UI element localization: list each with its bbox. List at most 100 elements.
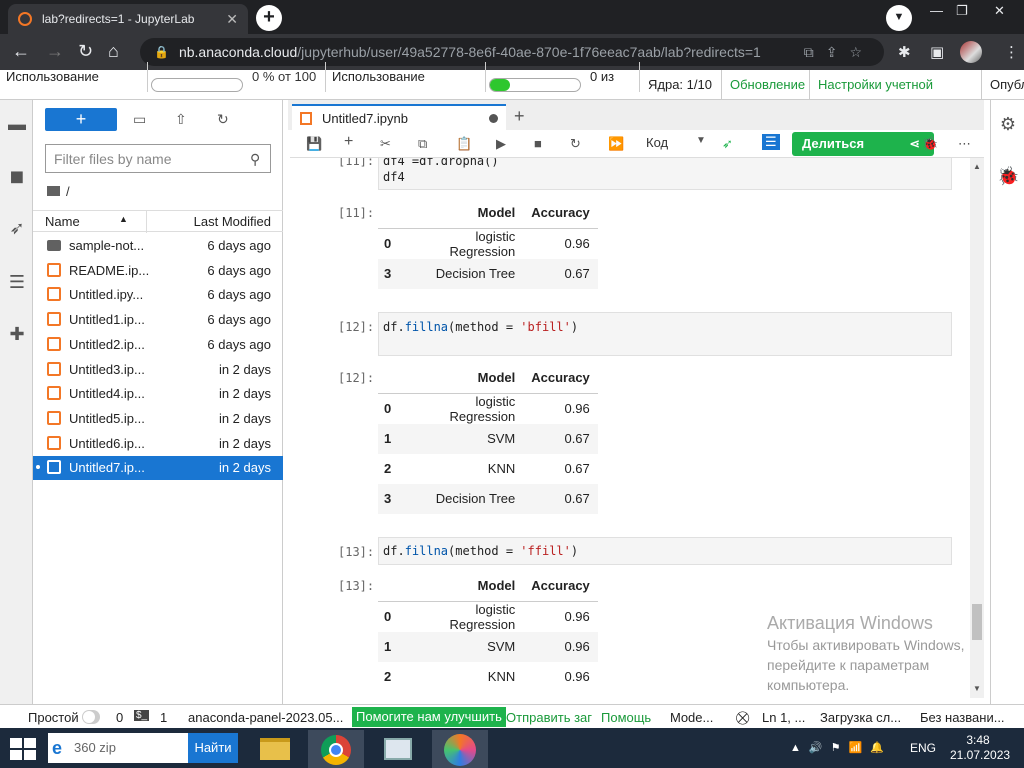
reload-icon[interactable]: ↻: [78, 41, 93, 62]
file-row[interactable]: Untitled6.ip... in 2 days: [33, 432, 283, 456]
restore-icon[interactable]: ❐: [956, 3, 968, 19]
unsaved-dot-icon[interactable]: [489, 114, 498, 123]
help-link[interactable]: Помощь: [601, 710, 651, 725]
rocket-icon[interactable]: ➶: [6, 218, 28, 240]
taskbar-clock[interactable]: 3:48 21.07.2023: [950, 733, 1010, 763]
toc-icon[interactable]: ☰: [6, 272, 28, 294]
file-row[interactable]: Untitled.ipy... 6 days ago: [33, 283, 283, 307]
column-last-modified[interactable]: Last Modified: [194, 214, 271, 229]
kernel-count[interactable]: 1: [160, 710, 167, 725]
sort-ascending-icon[interactable]: ▲: [119, 214, 128, 224]
minimize-icon[interactable]: —: [930, 3, 943, 18]
shield-icon[interactable]: ⛒: [736, 710, 749, 726]
code-cell[interactable]: df4 =df.dropna() df4: [378, 158, 952, 190]
breadcrumb[interactable]: /: [47, 184, 70, 199]
side-panel-icon[interactable]: ▣: [930, 43, 944, 61]
home-icon[interactable]: ⌂: [108, 41, 119, 62]
chrome-menu-icon[interactable]: ⋮: [1004, 43, 1019, 61]
column-divider[interactable]: [146, 211, 147, 233]
file-explorer-icon[interactable]: [246, 730, 302, 768]
lock-icon[interactable]: 🔒: [154, 45, 169, 59]
anaconda-icon[interactable]: [432, 730, 488, 768]
copy-icon[interactable]: ⧉: [418, 136, 427, 152]
file-row[interactable]: Untitled1.ip... 6 days ago: [33, 308, 283, 332]
notebook-toolbar: 💾 + ✂ ⧉ 📋 ▶ ■ ↻ ⏩ Код ▼ ➶ ☰ Делиться ⋖ 🐞…: [290, 130, 984, 158]
profile-avatar[interactable]: [960, 41, 982, 63]
share-button[interactable]: Делиться ⋖: [792, 132, 934, 156]
save-icon[interactable]: 💾: [306, 136, 322, 152]
extension-puzzle-icon[interactable]: ✚: [6, 324, 28, 346]
file-row[interactable]: Untitled7.ip... in 2 days: [33, 456, 283, 481]
send-feedback-link[interactable]: Отправить заг: [506, 710, 592, 725]
taskbar-search-button[interactable]: Найти: [188, 733, 238, 763]
cursor-position[interactable]: Ln 1, ...: [762, 710, 805, 725]
update-link[interactable]: Обновление: [724, 70, 810, 100]
breadcrumb-root[interactable]: /: [66, 184, 70, 199]
cell-type-select[interactable]: Код ▼: [646, 135, 706, 150]
debug-icon[interactable]: 🐞: [922, 136, 938, 152]
file-row[interactable]: Untitled2.ip... 6 days ago: [33, 333, 283, 357]
forward-icon[interactable]: →: [46, 41, 64, 62]
tab-search-chevron-icon[interactable]: ▼: [886, 5, 912, 31]
terminal-icon[interactable]: $_: [134, 710, 150, 721]
folder-icon[interactable]: ▬: [6, 114, 28, 136]
back-icon[interactable]: ←: [12, 41, 30, 62]
new-launcher-button[interactable]: +: [45, 108, 117, 131]
notebook-tab[interactable]: Untitled7.ipynb: [292, 104, 506, 131]
rocket-deploy-icon[interactable]: ➶: [722, 136, 733, 152]
run-icon[interactable]: ▶: [496, 136, 506, 152]
model-cell: Decision Tree: [399, 258, 524, 289]
property-inspector-gear-icon[interactable]: ⚙: [997, 114, 1019, 136]
extensions-icon[interactable]: ✱: [898, 43, 911, 61]
taskbar-search-input[interactable]: e 360 zip: [48, 733, 188, 763]
file-row[interactable]: sample-not... 6 days ago: [33, 234, 283, 258]
filter-files-input[interactable]: [45, 144, 271, 173]
mode-indicator[interactable]: Mode...: [670, 710, 713, 725]
code-cell[interactable]: df.fillna(method = 'bfill'): [378, 312, 952, 356]
restart-icon[interactable]: ↻: [570, 136, 581, 152]
scroll-up-icon[interactable]: ▲: [973, 162, 981, 171]
scroll-down-icon[interactable]: ▼: [973, 684, 981, 693]
help-improve-link[interactable]: Помогите нам улучшить: [352, 707, 506, 727]
stop-icon[interactable]: ■: [534, 136, 542, 151]
account-settings-link[interactable]: Настройки учетной записи: [812, 70, 982, 122]
running-icon[interactable]: ◼: [6, 166, 28, 188]
column-name[interactable]: Name: [45, 214, 80, 229]
publish-link[interactable]: Опубл: [984, 70, 1024, 100]
list-icon[interactable]: ☰: [762, 134, 780, 150]
input-language[interactable]: ENG: [910, 741, 936, 755]
system-tray-icons[interactable]: ▲🔊⚑📶🔔: [790, 741, 892, 754]
refresh-icon[interactable]: ↻: [217, 111, 229, 128]
file-row[interactable]: Untitled3.ip... in 2 days: [33, 358, 283, 382]
file-row[interactable]: README.ip... 6 days ago: [33, 259, 283, 283]
new-tab-button[interactable]: +: [256, 5, 282, 31]
terminal-count[interactable]: 0: [116, 710, 123, 725]
file-row[interactable]: Untitled5.ip... in 2 days: [33, 407, 283, 431]
chrome-icon[interactable]: [308, 730, 364, 768]
paste-icon[interactable]: 📋: [456, 136, 472, 152]
more-icon[interactable]: ⋯: [958, 136, 971, 152]
notebook-scrollbar[interactable]: ▲ ▼: [970, 158, 984, 698]
code-cell[interactable]: df.fillna(method = 'ffill'): [378, 537, 952, 565]
insert-cell-icon[interactable]: +: [344, 133, 353, 151]
column-header: Accuracy: [523, 571, 598, 602]
browser-tab[interactable]: lab?redirects=1 - JupyterLab ✕: [8, 4, 248, 34]
environment-name[interactable]: anaconda-panel-2023.05...: [188, 710, 343, 725]
omnibox-action-icons[interactable]: ⧉⇪☆: [804, 44, 874, 61]
run-all-icon[interactable]: ⏩: [608, 136, 624, 152]
cut-icon[interactable]: ✂: [380, 136, 391, 152]
close-window-icon[interactable]: ✕: [994, 3, 1005, 19]
simple-mode-toggle[interactable]: [82, 710, 100, 724]
upload-icon[interactable]: ⇧: [175, 111, 187, 128]
scrollbar-thumb[interactable]: [972, 604, 982, 640]
notebook-tab-title: Untitled7.ipynb: [322, 111, 408, 126]
new-folder-icon[interactable]: ▭: [133, 111, 146, 128]
task-manager-icon[interactable]: [370, 730, 426, 768]
file-row[interactable]: Untitled4.ip... in 2 days: [33, 382, 283, 406]
debugger-bug-icon[interactable]: 🐞: [997, 166, 1019, 188]
add-tab-icon[interactable]: +: [514, 106, 525, 127]
column-header: Accuracy: [523, 198, 598, 229]
close-tab-icon[interactable]: ✕: [226, 11, 238, 28]
windows-start-icon[interactable]: [10, 738, 38, 760]
windows-activation-watermark: Активация Windows Чтобы активировать Win…: [767, 613, 965, 695]
